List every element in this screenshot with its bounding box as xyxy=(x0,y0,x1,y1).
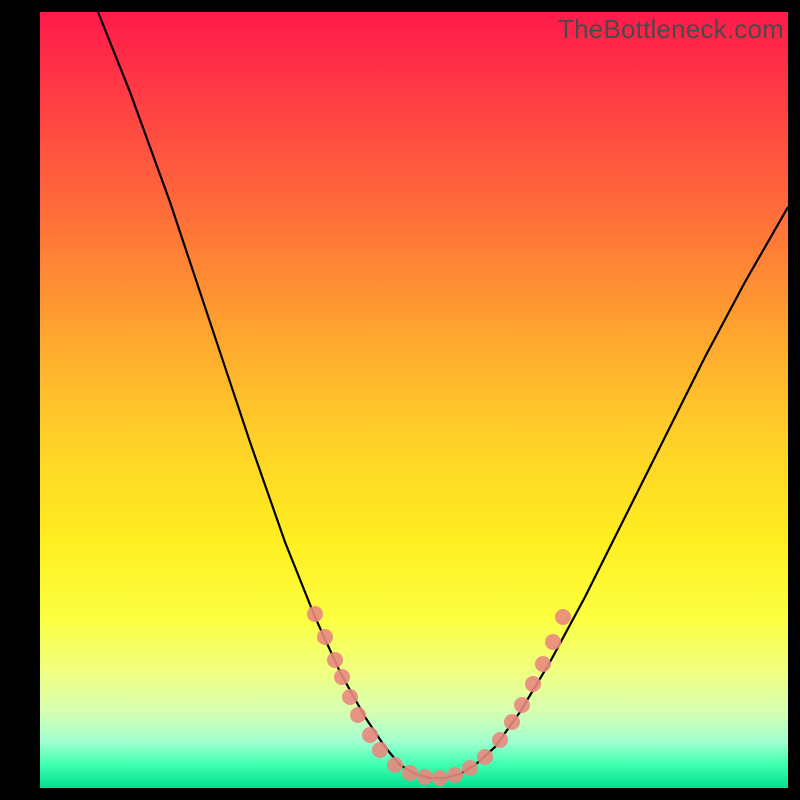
highlight-dot xyxy=(402,765,418,781)
highlight-dot xyxy=(545,634,561,650)
highlight-dot xyxy=(350,707,366,723)
highlight-dot xyxy=(342,689,358,705)
highlight-dot xyxy=(334,669,350,685)
highlight-dot xyxy=(387,757,403,773)
highlight-dot xyxy=(417,769,433,785)
highlight-dot xyxy=(514,697,530,713)
highlight-dots-group xyxy=(307,606,571,786)
highlight-dot xyxy=(535,656,551,672)
highlight-dot xyxy=(327,652,343,668)
highlight-dot xyxy=(447,767,463,783)
highlight-dot xyxy=(525,676,541,692)
highlight-dot xyxy=(504,714,520,730)
highlight-dot xyxy=(492,732,508,748)
chart-svg xyxy=(40,12,788,788)
watermark-text: TheBottleneck.com xyxy=(558,14,784,45)
plot-area xyxy=(40,12,788,788)
highlight-dot xyxy=(432,770,448,786)
highlight-dot xyxy=(307,606,323,622)
highlight-dot xyxy=(362,727,378,743)
highlight-dot xyxy=(477,749,493,765)
bottleneck-curve xyxy=(98,12,788,778)
highlight-dot xyxy=(555,609,571,625)
chart-container: TheBottleneck.com xyxy=(0,0,800,800)
highlight-dot xyxy=(372,742,388,758)
highlight-dot xyxy=(317,629,333,645)
highlight-dot xyxy=(462,760,478,776)
